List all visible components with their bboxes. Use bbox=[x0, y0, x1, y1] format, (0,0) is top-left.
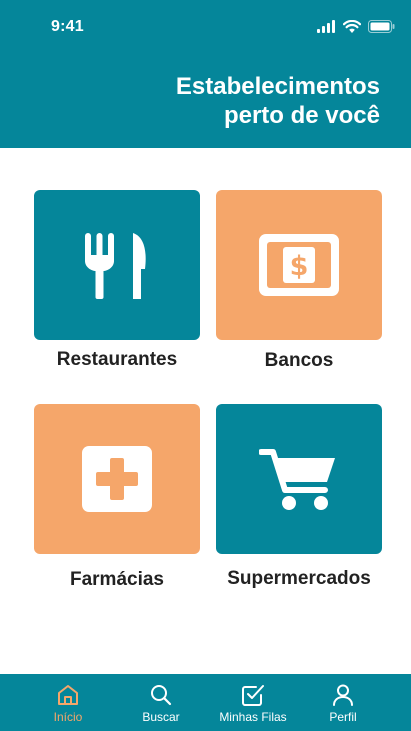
category-label-restaurantes: Restaurantes bbox=[56, 349, 178, 370]
tab-minhas-filas[interactable]: Minhas Filas bbox=[203, 674, 303, 731]
category-label-supermercados: Supermercados bbox=[227, 568, 371, 589]
tab-minhas-filas-label: Minhas Filas bbox=[219, 710, 287, 724]
shopping-cart-icon bbox=[259, 449, 335, 510]
search-icon bbox=[151, 685, 172, 706]
status-bar: 9:41 bbox=[0, 0, 411, 56]
tab-inicio-label: Início bbox=[53, 710, 83, 724]
signal-icon bbox=[317, 20, 335, 33]
svg-text:$: $ bbox=[290, 251, 309, 282]
utensils-icon bbox=[85, 233, 146, 299]
medical-cross-icon bbox=[82, 446, 152, 512]
status-icons bbox=[317, 20, 395, 33]
category-label-farmacias: Farmácias bbox=[69, 569, 164, 590]
page-title-line2: perto de você bbox=[223, 102, 380, 129]
app-screen: 9:41 Estabelecimentos perto de você Rest… bbox=[0, 0, 411, 731]
tab-buscar[interactable]: Buscar bbox=[111, 674, 211, 731]
wifi-icon bbox=[343, 20, 361, 33]
status-time: 9:41 bbox=[51, 18, 84, 35]
checkbox-icon bbox=[242, 685, 264, 706]
battery-icon bbox=[368, 20, 395, 33]
bottom-tab-bar: Início Buscar Minhas Filas Perfil bbox=[0, 674, 411, 731]
category-card-supermercados[interactable] bbox=[216, 404, 382, 554]
tab-inicio[interactable]: Início bbox=[18, 674, 118, 731]
category-card-restaurantes[interactable] bbox=[34, 190, 200, 340]
category-label-bancos: Bancos bbox=[264, 350, 334, 371]
page-title: Estabelecimentos perto de você bbox=[60, 72, 380, 130]
category-card-bancos[interactable]: $ bbox=[216, 190, 382, 340]
header: 9:41 Estabelecimentos perto de você bbox=[0, 0, 411, 148]
tab-perfil[interactable]: Perfil bbox=[293, 674, 393, 731]
user-icon bbox=[333, 684, 353, 706]
category-card-farmacias[interactable] bbox=[34, 404, 200, 554]
tab-buscar-label: Buscar bbox=[142, 710, 180, 724]
money-bill-icon: $ bbox=[259, 234, 339, 296]
page-title-line1: Estabelecimentos bbox=[175, 73, 380, 100]
home-icon bbox=[58, 685, 78, 705]
tab-perfil-label: Perfil bbox=[329, 710, 357, 724]
